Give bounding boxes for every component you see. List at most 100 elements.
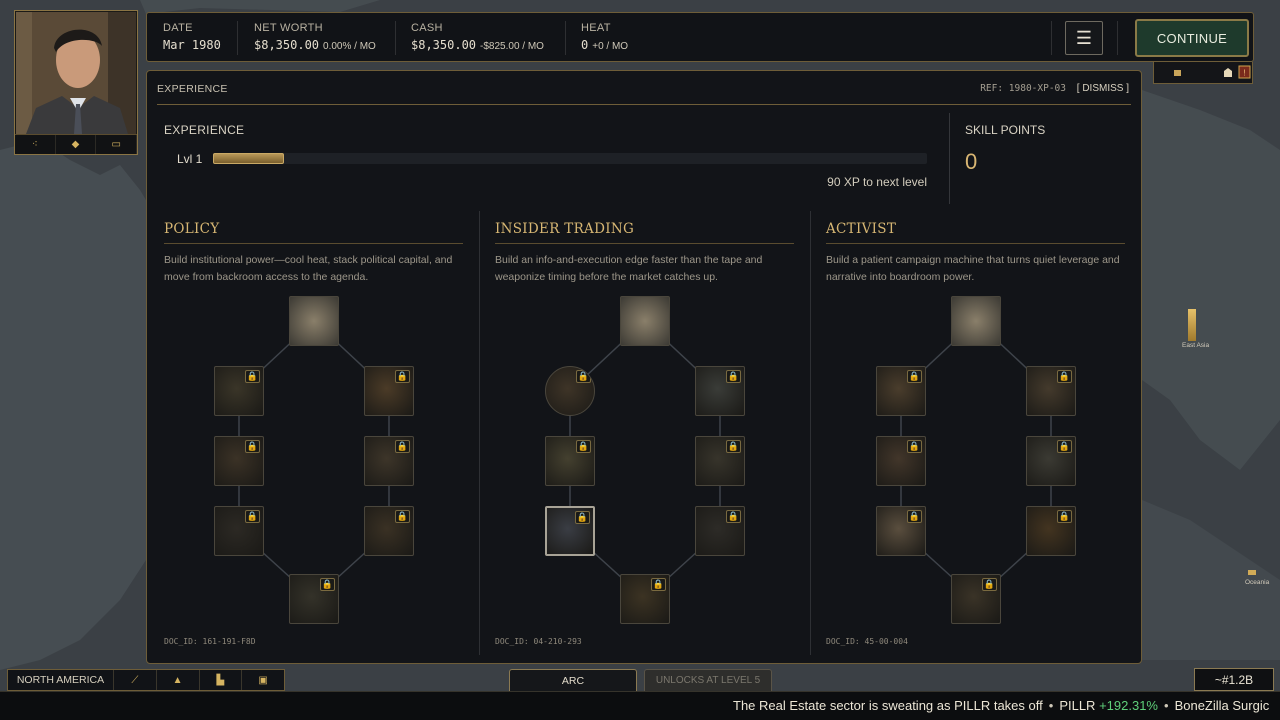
cash-stat: CASH $8,350.00 -$825.00 / MO xyxy=(411,22,544,52)
lock-icon: 🔒 xyxy=(395,510,410,523)
skill-tree-insider-trading: INSIDER TRADING Build an info-and-execut… xyxy=(495,221,795,646)
status-bar: DATE Mar 1980 NET WORTH $8,350.00 0.00% /… xyxy=(146,12,1254,62)
lock-icon: 🔒 xyxy=(907,440,922,453)
skill-node[interactable]: 🔒 xyxy=(214,436,264,486)
doc-id: DOC_ID: 04-210-293 xyxy=(495,637,582,646)
cash-delta: -$825.00 / MO xyxy=(480,41,544,52)
tree-description: Build an info-and-execution edge faster … xyxy=(495,254,763,283)
lock-icon: 🔒 xyxy=(576,370,591,383)
region-label: Oceania xyxy=(1245,579,1270,586)
svg-text:!: ! xyxy=(1243,69,1245,78)
tree-title: INSIDER TRADING xyxy=(495,221,635,237)
lock-icon: 🔒 xyxy=(726,370,741,383)
skill-points-label: SKILL POINTS xyxy=(965,123,1046,137)
date-label: DATE xyxy=(163,22,193,34)
doc-id: DOC_ID: 161-191-F8D xyxy=(164,637,256,646)
lock-icon: 🔒 xyxy=(245,370,260,383)
lock-icon: 🔒 xyxy=(576,440,591,453)
skill-node[interactable]: 🔒 xyxy=(620,574,670,624)
lock-icon: 🔒 xyxy=(907,510,922,523)
skill-node[interactable]: 🔒 xyxy=(876,506,926,556)
news-ticker: The Real Estate sector is sweating as PI… xyxy=(0,691,1280,720)
lock-icon: 🔒 xyxy=(395,370,410,383)
skill-graph: 🔒 🔒 🔒 🔒 🔒 🔒 🔒 xyxy=(826,296,1126,626)
lock-icon: 🔒 xyxy=(575,511,590,524)
xp-to-next: 90 XP to next level xyxy=(827,175,927,189)
skill-node[interactable]: 🔒 xyxy=(545,366,595,416)
skill-node[interactable]: 🔒 xyxy=(695,366,745,416)
gem-icon[interactable]: ◆ xyxy=(56,135,97,154)
net-worth-label: NET WORTH xyxy=(254,22,323,34)
cash-label: CASH xyxy=(411,22,443,34)
skill-node[interactable] xyxy=(289,296,339,346)
skill-node[interactable] xyxy=(620,296,670,346)
skill-node[interactable]: 🔒 xyxy=(214,366,264,416)
region-bar xyxy=(1248,570,1256,575)
skill-node[interactable]: 🔒 xyxy=(1026,436,1076,486)
lock-icon: 🔒 xyxy=(726,510,741,523)
chart-icon[interactable]: ⟋ xyxy=(114,670,157,690)
region-selector: NORTH AMERICA ⟋ ▲ ▙ ▣ xyxy=(7,669,285,691)
factory-icon[interactable]: ▙ xyxy=(200,670,243,690)
portrait-toolbar: ⁖ ◆ ▭ xyxy=(15,134,138,154)
heat-label: HEAT xyxy=(581,22,611,34)
avatar xyxy=(16,12,136,134)
skill-node[interactable]: 🔒 xyxy=(695,506,745,556)
skill-node[interactable]: 🔒 xyxy=(545,506,595,556)
skill-node[interactable]: 🔒 xyxy=(364,436,414,486)
skill-node[interactable]: 🔒 xyxy=(364,506,414,556)
region-name[interactable]: NORTH AMERICA xyxy=(8,670,114,690)
lock-icon: 🔒 xyxy=(907,370,922,383)
ticker-item: BoneZilla Surgic xyxy=(1174,698,1270,713)
skill-node[interactable]: 🔒 xyxy=(951,574,1001,624)
skill-node[interactable]: 🔒 xyxy=(876,436,926,486)
skill-node[interactable]: 🔒 xyxy=(214,506,264,556)
continue-button[interactable]: CONTINUE xyxy=(1135,19,1249,57)
lock-icon: 🔒 xyxy=(245,440,260,453)
panel-header: EXPERIENCE xyxy=(157,83,228,95)
skill-node[interactable]: 🔒 xyxy=(364,366,414,416)
net-worth-delta: 0.00% / MO xyxy=(323,41,376,52)
ticker-symbol: PILLR xyxy=(1059,698,1096,713)
doc-id: DOC_ID: 45-00-004 xyxy=(826,637,908,646)
cash-value: $8,350.00 xyxy=(411,38,477,52)
skill-node[interactable]: 🔒 xyxy=(545,436,595,486)
mail-icon xyxy=(1174,70,1181,76)
skill-points-value: 0 xyxy=(965,149,978,174)
date-value: Mar 1980 xyxy=(163,38,221,52)
region-bar xyxy=(1188,309,1196,341)
net-worth-stat: NET WORTH $8,350.00 0.00% / MO xyxy=(254,22,376,52)
menu-button[interactable]: ☰ xyxy=(1065,21,1103,55)
character-portrait[interactable]: ⁖ ◆ ▭ xyxy=(14,10,138,155)
market-cap-badge[interactable]: ~#1.2B xyxy=(1194,668,1274,691)
ticker-item: The Real Estate sector is sweating as PI… xyxy=(733,698,1043,713)
lock-icon: 🔒 xyxy=(395,440,410,453)
skill-node[interactable]: 🔒 xyxy=(695,436,745,486)
dismiss-button[interactable]: [ DISMISS ] xyxy=(1077,83,1129,94)
skill-node[interactable] xyxy=(951,296,1001,346)
skill-node[interactable]: 🔒 xyxy=(1026,366,1076,416)
briefcase-icon[interactable]: ▭ xyxy=(96,135,138,154)
heat-delta: +0 / MO xyxy=(592,41,629,52)
bell-icon[interactable]: ▲ xyxy=(157,670,200,690)
lock-icon: 🔒 xyxy=(1057,440,1072,453)
map-icon[interactable]: ▣ xyxy=(242,670,284,690)
skill-node[interactable]: 🔒 xyxy=(876,366,926,416)
xp-progress-bar xyxy=(213,153,927,164)
experience-title: EXPERIENCE xyxy=(164,123,245,137)
skill-tree-activist: ACTIVIST Build a patient campaign machin… xyxy=(826,221,1126,646)
skill-node[interactable]: 🔒 xyxy=(1026,506,1076,556)
home-icon xyxy=(1224,68,1232,77)
skill-tree-policy: POLICY Build institutional power—cool he… xyxy=(164,221,464,646)
skill-graph: 🔒 🔒 🔒 🔒 🔒 🔒 🔒 xyxy=(495,296,795,626)
tab-arc[interactable]: ARC xyxy=(509,669,637,691)
notification-tray[interactable]: ! xyxy=(1153,62,1253,84)
hamburger-icon: ☰ xyxy=(1075,27,1093,48)
lock-icon: 🔒 xyxy=(982,578,997,591)
lock-icon: 🔒 xyxy=(1057,510,1072,523)
skill-node[interactable]: 🔒 xyxy=(289,574,339,624)
tree-title: ACTIVIST xyxy=(826,221,897,237)
experience-panel: EXPERIENCE REF: 1980-XP-03 [ DISMISS ] E… xyxy=(146,70,1142,664)
tree-description: Build institutional power—cool heat, sta… xyxy=(164,254,453,283)
network-icon[interactable]: ⁖ xyxy=(15,135,56,154)
